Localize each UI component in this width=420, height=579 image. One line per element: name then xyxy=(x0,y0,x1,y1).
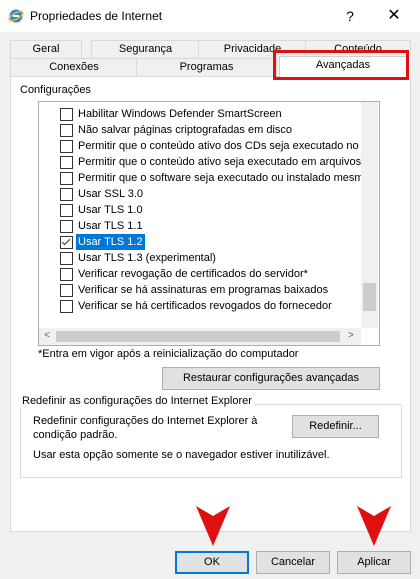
list-item[interactable]: Usar TLS 1.0 xyxy=(39,202,359,218)
scroll-left-icon[interactable]: < xyxy=(42,331,52,341)
list-item[interactable]: Usar SSL 3.0 xyxy=(39,186,359,202)
tab-geral[interactable]: Geral xyxy=(10,40,82,58)
list-item-label: Usar TLS 1.1 xyxy=(78,220,143,232)
list-item-label: Permitir que o conteúdo ativo seja execu… xyxy=(78,156,362,168)
scroll-right-icon[interactable]: > xyxy=(346,331,356,341)
list-item-tls12[interactable]: Usar TLS 1.2 xyxy=(39,234,359,250)
list-item-label: Usar TLS 1.0 xyxy=(78,204,143,216)
window-title: Propriedades de Internet xyxy=(30,9,163,23)
list-item-label: Usar SSL 3.0 xyxy=(78,188,144,200)
horizontal-scroll-thumb[interactable] xyxy=(56,331,340,342)
list-item[interactable]: Permitir que o software seja executado o… xyxy=(39,170,364,186)
title-bar: Propriedades de Internet ? ✕ xyxy=(0,0,420,32)
restore-advanced-button[interactable]: Restaurar configurações avançadas xyxy=(162,367,380,390)
list-item-label: Permitir que o conteúdo ativo dos CDs se… xyxy=(78,140,359,152)
reset-note: Usar esta opção somente se o navegador e… xyxy=(33,449,330,461)
list-item-label: Verificar se há assinaturas em programas… xyxy=(78,284,329,296)
checkbox-checked[interactable] xyxy=(60,236,73,249)
vertical-scroll-thumb[interactable] xyxy=(363,283,376,311)
tab-highlight-box xyxy=(273,50,409,80)
vertical-scrollbar[interactable] xyxy=(361,102,378,328)
list-item-label: Verificar se há certificados revogados d… xyxy=(78,300,332,312)
list-item-label: Não salvar páginas criptografadas em dis… xyxy=(78,124,293,136)
arrow-down-icon xyxy=(357,506,391,546)
checkbox[interactable] xyxy=(60,188,73,201)
list-item-label: Verificar revogação de certificados do s… xyxy=(78,268,308,280)
checkbox[interactable] xyxy=(60,300,73,313)
list-item[interactable]: Verificar revogação de certificados do s… xyxy=(39,266,359,282)
list-item-label: Usar TLS 1.3 (experimental) xyxy=(78,252,216,264)
checkbox[interactable] xyxy=(60,156,73,169)
checkbox[interactable] xyxy=(60,268,73,281)
arrow-down-icon xyxy=(196,506,230,546)
apply-button[interactable]: Aplicar xyxy=(337,551,411,574)
internet-explorer-icon xyxy=(8,8,24,24)
horizontal-scrollbar[interactable]: < > xyxy=(39,328,361,345)
settings-label: Configurações xyxy=(20,84,91,96)
settings-list[interactable]: Habilitar Windows Defender SmartScreen N… xyxy=(38,101,380,346)
list-item[interactable]: Habilitar Windows Defender SmartScreen xyxy=(39,106,359,122)
checkbox[interactable] xyxy=(60,108,73,121)
list-item-label: Usar TLS 1.2 xyxy=(76,234,145,250)
close-button[interactable]: ✕ xyxy=(383,6,405,26)
checkbox[interactable] xyxy=(60,220,73,233)
list-item-label: Permitir que o software seja executado o… xyxy=(78,172,364,184)
list-item[interactable]: Permitir que o conteúdo ativo seja execu… xyxy=(39,154,362,170)
reset-button[interactable]: Redefinir... xyxy=(292,415,379,438)
checkbox[interactable] xyxy=(60,204,73,217)
list-item[interactable]: Permitir que o conteúdo ativo dos CDs se… xyxy=(39,138,359,154)
list-item[interactable]: Verificar se há certificados revogados d… xyxy=(39,298,359,314)
list-item[interactable]: Usar TLS 1.1 xyxy=(39,218,359,234)
checkbox[interactable] xyxy=(60,172,73,185)
ok-button[interactable]: OK xyxy=(175,551,249,574)
tab-conexoes[interactable]: Conexões xyxy=(10,58,138,76)
list-item[interactable]: Usar TLS 1.3 (experimental) xyxy=(39,250,359,266)
help-button[interactable]: ? xyxy=(340,6,360,26)
reset-description-line1: Redefinir configurações do Internet Expl… xyxy=(33,415,258,427)
checkbox[interactable] xyxy=(60,252,73,265)
reset-section-title: Redefinir as configurações do Internet E… xyxy=(20,395,254,407)
list-item[interactable]: Verificar se há assinaturas em programas… xyxy=(39,282,359,298)
restart-note: *Entra em vigor após a reinicialização d… xyxy=(38,348,299,360)
reset-description-line2: condição padrão. xyxy=(33,429,118,441)
list-item[interactable]: Não salvar páginas criptografadas em dis… xyxy=(39,122,359,138)
checkbox[interactable] xyxy=(60,284,73,297)
tab-programas[interactable]: Programas xyxy=(136,58,277,76)
checkbox[interactable] xyxy=(60,124,73,137)
list-item-label: Habilitar Windows Defender SmartScreen xyxy=(78,108,282,120)
cancel-button[interactable]: Cancelar xyxy=(256,551,330,574)
checkbox[interactable] xyxy=(60,140,73,153)
tab-seguranca[interactable]: Segurança xyxy=(91,40,200,58)
